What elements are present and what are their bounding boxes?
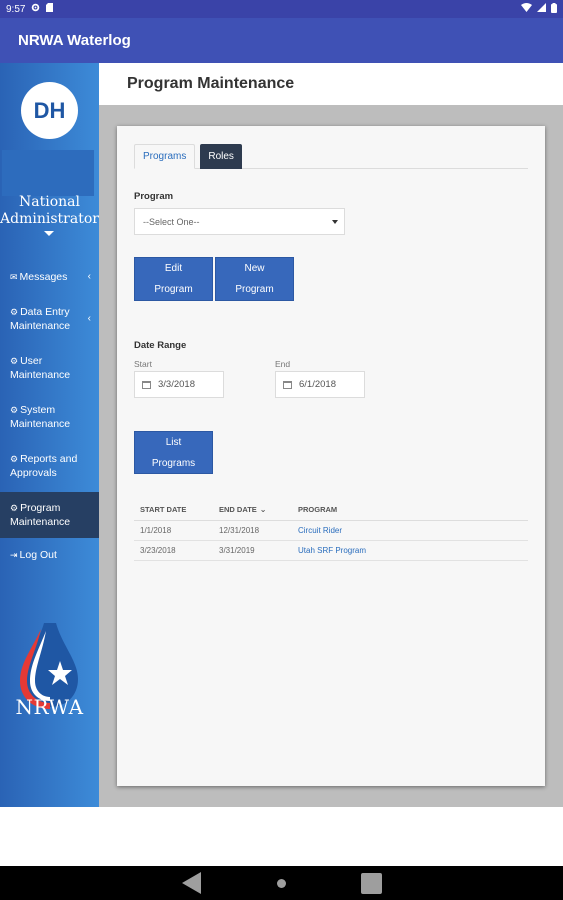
header-end-date-label: END DATE: [219, 505, 257, 514]
table-row: 3/23/2018 3/31/2019 Utah SRF Program: [134, 541, 528, 561]
chevron-left-icon: ‹: [87, 313, 91, 324]
sidebar-item-system-maintenance[interactable]: ⚙ System Maintenance: [0, 399, 99, 435]
header-end-date[interactable]: END DATE ⌄: [213, 505, 292, 514]
cell-end-date: 3/31/2019: [219, 546, 255, 555]
app-title: NRWA Waterlog: [18, 32, 131, 49]
battery-icon: [551, 2, 557, 16]
tab-roles[interactable]: Roles: [200, 144, 242, 169]
sort-chevron-down-icon: ⌄: [259, 505, 267, 514]
signal-icon: [537, 3, 546, 15]
gear-icon: ⚙: [10, 503, 19, 513]
sidebar-item-data-entry-maintenance[interactable]: ⚙ Data Entry Maintenance ‹: [0, 301, 99, 337]
cell-start-date: 1/1/2018: [140, 526, 172, 535]
sd-card-icon: [46, 3, 54, 15]
gear-icon: ⚙: [10, 356, 19, 366]
sidebar-item-label: User Maintenance: [10, 355, 71, 381]
program-label: Program: [134, 191, 174, 202]
sidebar-item-program-maintenance[interactable]: ⚙ Program Maintenance: [0, 492, 99, 538]
sidebar-item-messages[interactable]: ✉ Messages ‹: [0, 266, 99, 288]
wifi-icon: [521, 3, 532, 15]
end-date-value: 6/1/2018: [299, 379, 336, 390]
sidebar-item-label: Log Out: [19, 549, 57, 561]
status-bar: 9:57: [0, 0, 563, 18]
sidebar: DH National Administrator ✉ Messages ‹ ⚙ D…: [0, 63, 99, 807]
user-role[interactable]: National Administrator: [0, 194, 99, 228]
calendar-icon: [142, 380, 151, 389]
chevron-left-icon: ‹: [87, 271, 91, 282]
sidebar-item-label: Data Entry Maintenance: [10, 306, 71, 332]
cell-end-date: 12/31/2018: [219, 526, 260, 535]
role-dropdown-caret-icon[interactable]: [44, 231, 54, 236]
new-program-button-line1: New: [244, 263, 265, 274]
cell-start-date: 3/23/2018: [140, 546, 176, 555]
gear-icon: ⚙: [10, 454, 19, 464]
table-row: 1/1/2018 12/31/2018 Circuit Rider: [134, 521, 528, 541]
programs-table: START DATE END DATE ⌄ PROGRAM 1/1/2018 12…: [134, 499, 528, 561]
gear-icon: ⚙: [10, 307, 19, 317]
tab-bar: Programs Roles: [134, 144, 528, 169]
edit-program-button-line2: Program: [154, 284, 193, 295]
avatar[interactable]: DH: [21, 82, 78, 139]
sidebar-item-log-out[interactable]: ⇥ Log Out: [0, 544, 99, 566]
table-header: START DATE END DATE ⌄ PROGRAM: [134, 499, 528, 521]
dropdown-arrow-icon: [332, 220, 338, 224]
home-icon[interactable]: [277, 879, 286, 888]
start-date-value: 3/3/2018: [158, 379, 195, 390]
program-select[interactable]: --Select One--: [134, 208, 345, 235]
list-programs-button-line1: List: [165, 437, 182, 448]
end-date-label: End: [275, 359, 291, 369]
date-range-label: Date Range: [134, 340, 187, 351]
program-link[interactable]: Circuit Rider: [292, 526, 528, 535]
recents-icon[interactable]: [361, 873, 382, 894]
gear-icon: ⚙: [10, 405, 19, 415]
sidebar-item-label: System Maintenance: [10, 404, 71, 430]
envelope-icon: ✉: [10, 272, 18, 282]
program-link[interactable]: Utah SRF Program: [292, 546, 528, 555]
end-date-field[interactable]: 6/1/2018: [275, 371, 365, 398]
list-programs-button[interactable]: List Programs: [134, 431, 213, 474]
new-program-button-line2: Program: [235, 284, 274, 295]
start-date-label: Start: [134, 359, 152, 369]
header-program[interactable]: PROGRAM: [292, 505, 528, 514]
android-navigation-bar: [0, 866, 563, 900]
nrwa-logo-text: NRWA: [15, 695, 84, 719]
tab-programs[interactable]: Programs: [134, 144, 196, 169]
status-time: 9:57: [6, 3, 26, 15]
sidebar-item-reports-and-approvals[interactable]: ⚙ Reports and Approvals: [0, 448, 99, 484]
list-programs-button-line2: Programs: [151, 458, 196, 469]
gear-icon: [31, 3, 40, 15]
program-card: Programs Roles Program --Select One-- Ed…: [117, 126, 545, 786]
new-program-button[interactable]: New Program: [215, 257, 294, 301]
sidebar-item-user-maintenance[interactable]: ⚙ User Maintenance: [0, 350, 99, 386]
page-title: Program Maintenance: [127, 75, 295, 92]
sidebar-item-label: Program Maintenance: [10, 502, 71, 528]
edit-program-button-line1: Edit: [164, 263, 183, 274]
logout-icon: ⇥: [10, 550, 18, 560]
sidebar-nav: ✉ Messages ‹ ⚙ Data Entry Maintenance ‹ ⚙ U…: [0, 266, 99, 566]
edit-program-button[interactable]: Edit Program: [134, 257, 213, 301]
back-icon[interactable]: [182, 872, 201, 894]
app-bar: NRWA Waterlog: [0, 18, 563, 63]
calendar-icon: [283, 380, 292, 389]
sidebar-item-label: Reports and Approvals: [10, 453, 78, 479]
sidebar-item-label: Messages: [19, 271, 68, 283]
program-select-value: --Select One--: [143, 216, 200, 227]
user-name-block: [2, 150, 94, 196]
page-header: Program Maintenance: [99, 63, 563, 105]
start-date-field[interactable]: 3/3/2018: [134, 371, 224, 398]
header-start-date[interactable]: START DATE: [134, 505, 213, 514]
